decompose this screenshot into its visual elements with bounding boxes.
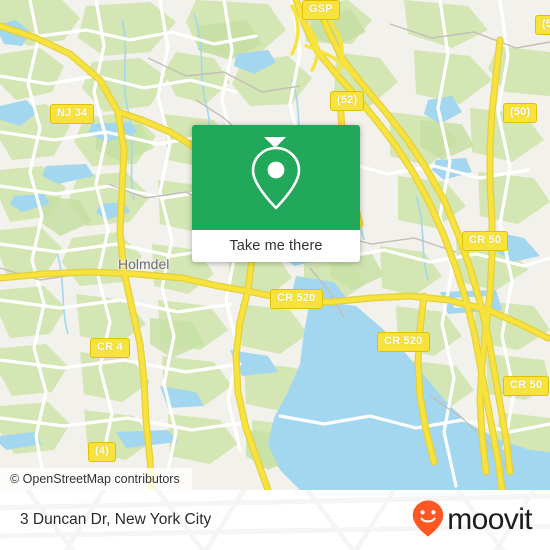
road-shield-cr-520-west[interactable]: CR 520: [270, 289, 323, 309]
road-shield-nj-34[interactable]: NJ 34: [50, 104, 95, 124]
road-shield-cr-50-north[interactable]: CR 50: [462, 231, 509, 251]
road-shield-cr-520-east[interactable]: CR 520: [377, 332, 430, 352]
road-shield-gsp[interactable]: GSP: [302, 0, 340, 20]
road-shield-50[interactable]: (50): [503, 103, 538, 123]
road-shield-cr-4[interactable]: CR 4: [90, 338, 130, 358]
address-label: 3 Duncan Dr, New York City: [20, 511, 212, 528]
map-pin-icon: [248, 144, 304, 212]
road-shield-4[interactable]: (4): [88, 442, 117, 462]
road-shield-52[interactable]: (52): [330, 91, 365, 111]
place-label-holmdel: Holmdel: [118, 256, 170, 272]
moovit-logo[interactable]: moovit: [411, 499, 533, 542]
moovit-wordmark: moovit: [447, 503, 532, 536]
footer-bar: 3 Duncan Dr, New York City moovit: [0, 490, 550, 550]
osm-attribution[interactable]: © OpenStreetMap contributors: [0, 468, 192, 490]
popup-tail: [264, 137, 286, 148]
road-shield-50-partial[interactable]: (5: [535, 15, 550, 35]
take-me-there-button[interactable]: Take me there: [229, 238, 322, 254]
map-canvas[interactable]: Holmdel GSP (5 NJ 34 (52) (50) CR 50 CR …: [0, 0, 550, 490]
road-shield-cr-50-south[interactable]: CR 50: [503, 376, 550, 396]
footer-content: 3 Duncan Dr, New York City moovit: [0, 490, 550, 550]
popup-action-area[interactable]: Take me there: [192, 230, 360, 262]
moovit-map-screen: Holmdel GSP (5 NJ 34 (52) (50) CR 50 CR …: [0, 0, 550, 550]
moovit-smiley-pin-icon: [411, 499, 445, 542]
